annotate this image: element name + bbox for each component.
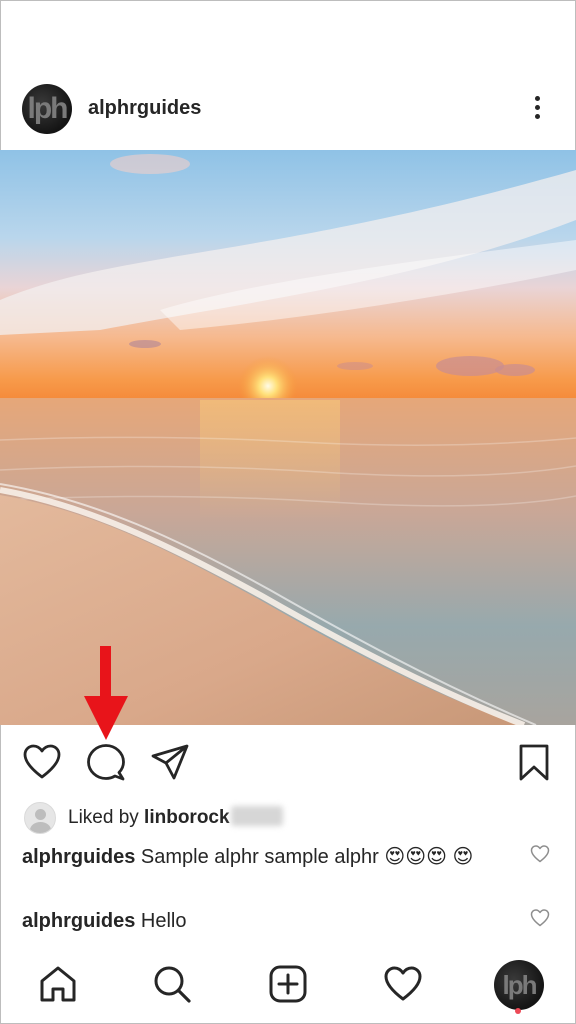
more-options-icon[interactable] [524,92,552,124]
post-author-username[interactable]: alphrguides [88,97,201,120]
post-photo[interactable] [0,150,576,725]
post-header: lph alphrguides [0,80,576,136]
annotation-arrow [84,646,128,742]
save-bookmark-icon[interactable] [514,742,554,782]
search-icon[interactable] [152,964,192,1004]
liker-avatar [24,802,56,834]
profile-tab-avatar[interactable]: lph [494,960,544,1010]
comment-username[interactable]: alphrguides [22,910,135,932]
post-action-bar [0,738,576,788]
home-icon[interactable] [38,964,78,1004]
comment-text: Sample alphr sample alphr 😍😍😍 😍 [135,846,474,868]
avatar-logo-text: lph [502,969,538,1000]
share-paper-plane-icon[interactable] [150,742,190,782]
comment-item: alphrguides Sample alphr sample alphr 😍😍… [22,842,522,872]
like-heart-icon[interactable] [22,742,62,782]
comment-username[interactable]: alphrguides [22,846,135,868]
likes-summary[interactable]: Liked by linborock [22,800,562,834]
comment-like-heart-icon[interactable] [530,908,550,928]
post-author-avatar[interactable]: lph [22,84,72,134]
redacted-username-part [230,806,283,826]
likes-prefix: Liked by [68,807,145,828]
bottom-navigation: lph [0,960,576,1016]
activity-heart-icon[interactable] [383,964,423,1004]
likes-text: Liked by linborock [68,806,283,829]
avatar-logo-text: lph [27,92,69,125]
liker-username[interactable]: linborock [144,807,230,828]
comment-like-heart-icon[interactable] [530,844,550,864]
notification-dot [515,1008,521,1014]
comment-bubble-icon[interactable] [86,742,126,782]
plus-square-icon[interactable] [268,964,308,1004]
comment-text: Hello [135,910,187,932]
comment-item: alphrguides Hello [22,906,522,936]
